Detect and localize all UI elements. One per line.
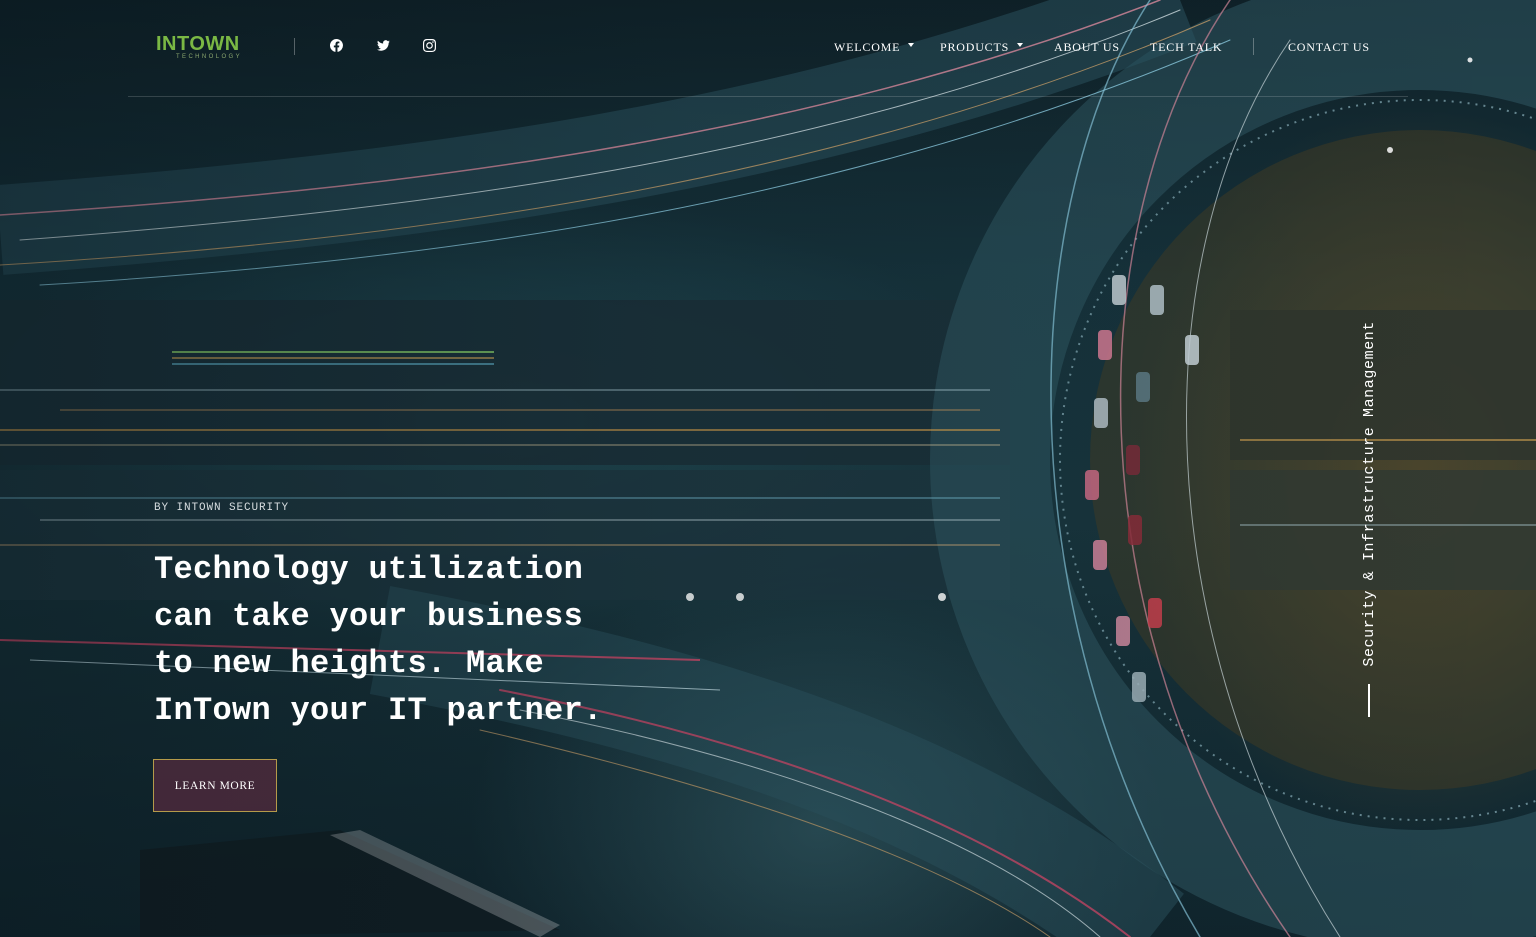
header-divider <box>294 38 295 55</box>
facebook-link[interactable] <box>329 38 343 52</box>
twitter-link[interactable] <box>376 38 390 52</box>
nav-tech-talk[interactable]: TECH TALK <box>1150 40 1222 55</box>
side-tagline: Security & Infrastructure Management <box>1357 295 1381 667</box>
nav-products-label: PRODUCTS <box>940 40 1010 54</box>
twitter-icon <box>376 39 390 51</box>
nav-products[interactable]: PRODUCTS <box>940 40 1024 55</box>
intown-logo[interactable]: INTOWN TECHNOLOGY <box>156 33 262 63</box>
nav-tech-talk-label: TECH TALK <box>1150 40 1223 54</box>
nav-about-us[interactable]: ABOUT US <box>1054 40 1120 55</box>
chevron-down-icon <box>908 42 915 47</box>
logo-wordmark: INTOWN <box>156 33 240 55</box>
nav-welcome-label: WELCOME <box>834 40 901 54</box>
nav-divider <box>1253 38 1254 55</box>
hero-eyebrow: BY INTOWN SECURITY <box>154 502 290 514</box>
nav-contact-us[interactable]: CONTACT US <box>1288 40 1370 55</box>
nav-about-us-label: ABOUT US <box>1054 40 1120 54</box>
learn-more-button[interactable]: LEARN MORE <box>153 759 277 812</box>
facebook-icon <box>329 38 343 52</box>
nav-contact-us-label: CONTACT US <box>1288 40 1370 54</box>
instagram-icon <box>422 38 436 52</box>
side-tagline-line <box>1368 684 1370 717</box>
nav-welcome[interactable]: WELCOME <box>834 40 915 55</box>
instagram-link[interactable] <box>422 38 436 52</box>
site-header: INTOWN TECHNOLOGY WELCOME PRODUCTS ABOUT… <box>128 0 1408 97</box>
side-tagline-text: Security & Infrastructure Management <box>1360 321 1378 667</box>
chevron-down-icon <box>1017 42 1024 47</box>
hero-headline: Technology utilization can take your bus… <box>154 551 603 729</box>
